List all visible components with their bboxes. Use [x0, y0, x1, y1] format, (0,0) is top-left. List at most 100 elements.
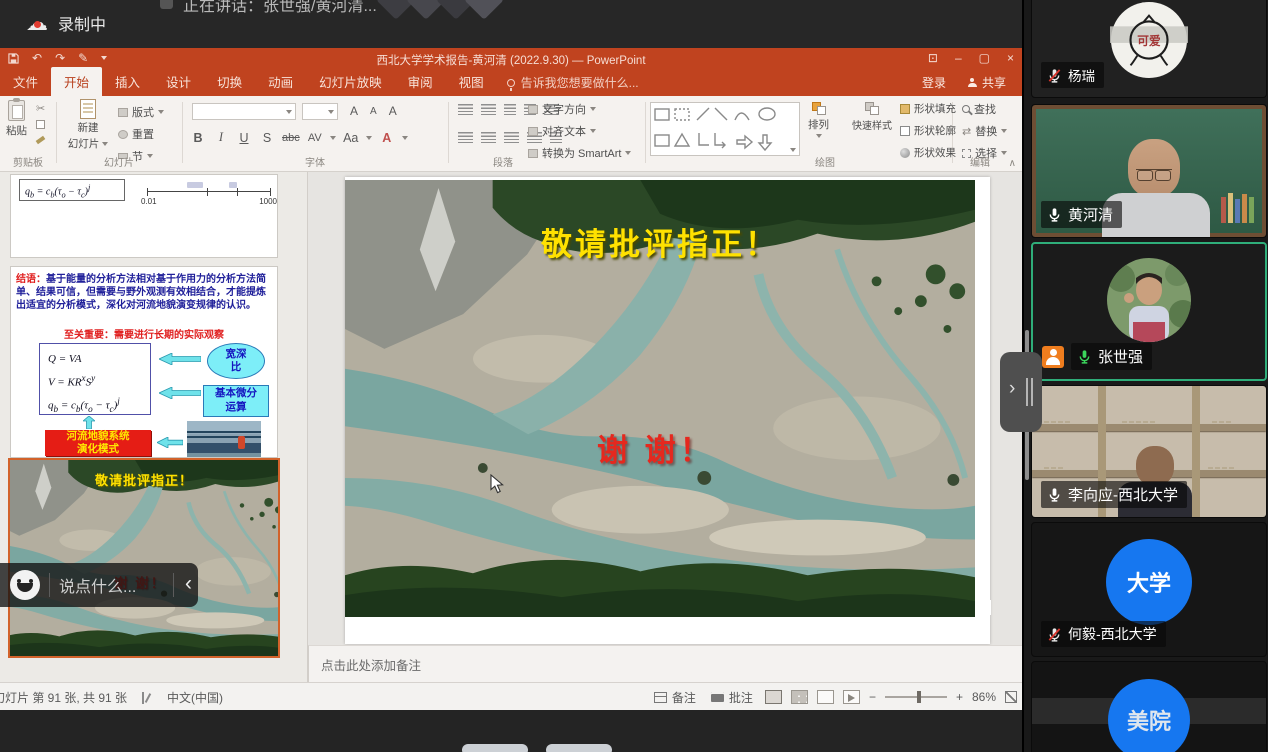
character-spacing-button[interactable]: AV [307, 132, 323, 144]
mic-muted-icon [1047, 68, 1062, 83]
layout-button[interactable]: 版式 [118, 104, 164, 120]
zoom-slider[interactable] [885, 696, 947, 698]
change-case-button[interactable]: Aa [343, 131, 359, 145]
shape-outline-button[interactable]: 形状轮廓 [900, 123, 956, 138]
collapse-ribbon-icon[interactable]: ∧ [1009, 158, 1016, 169]
clear-formatting-button[interactable]: A [389, 104, 397, 118]
comments-toggle[interactable]: 批注 [708, 687, 756, 708]
underline-button[interactable]: U [236, 131, 252, 145]
meeting-control-button[interactable] [462, 744, 528, 752]
participant-tile-lixiangying[interactable]: 李向应-西北大学 [1031, 385, 1267, 518]
paste-button[interactable]: 粘贴 [6, 100, 27, 138]
font-color-button[interactable]: A [379, 131, 395, 145]
arrange-button[interactable]: 排列 [808, 102, 829, 138]
shape-effects-button[interactable]: 形状效果 [900, 145, 956, 160]
zoom-level[interactable]: 86% [972, 690, 996, 704]
participant-tile-heyi[interactable]: 大学 何毅-西北大学 [1031, 522, 1267, 657]
text-shadow-button[interactable]: S [259, 131, 275, 145]
sign-in-button[interactable]: 登录 [922, 74, 946, 91]
tab-transitions[interactable]: 切换 [204, 67, 255, 96]
notes-toggle[interactable]: 备注 [651, 687, 699, 708]
zoom-out-icon[interactable]: − [869, 690, 876, 704]
shapes-more-icon[interactable] [790, 148, 796, 152]
emoji-icon[interactable] [10, 570, 40, 600]
grow-font-button[interactable]: A [350, 104, 358, 118]
slide-title-text[interactable]: 敬请批评指正！ [345, 219, 975, 264]
tell-me-box[interactable]: 告诉我您想要做什么... [507, 74, 639, 96]
tab-animations[interactable]: 动画 [255, 67, 306, 96]
ribbon-tabs: 文件 开始 插入 设计 切换 动画 幻灯片放映 审阅 视图 告诉我您想要做什么.… [0, 70, 1022, 96]
presenter-badge-icon [1042, 346, 1064, 368]
zoom-slider-thumb[interactable] [917, 691, 921, 703]
thumbnail-slide-89[interactable]: qb = cb(τo − τc)j 0.01 1000 [10, 174, 278, 258]
slide-canvas[interactable]: 敬请批评指正！ 谢 谢！ [308, 172, 1022, 645]
spell-pen-icon[interactable] [141, 692, 153, 704]
numbering-icon[interactable] [481, 104, 496, 115]
font-size-combo[interactable] [302, 103, 338, 120]
cut-button[interactable]: ✂ [36, 102, 45, 115]
italic-button[interactable]: I [213, 130, 229, 145]
slide-thanks-text[interactable]: 谢 谢！ [597, 425, 715, 470]
panel-toggle-handle[interactable]: › [1000, 352, 1042, 432]
shrink-font-button[interactable]: A [370, 106, 377, 117]
align-text-button[interactable]: 对齐文本 [528, 123, 596, 139]
screen: 正在讲话：张世强/黄河清... ☁ 录制中 ↶ ↷ ✎ 西北大学学术报告-黄河清… [0, 0, 1268, 752]
font-name-combo[interactable] [192, 103, 296, 120]
text-direction-button[interactable]: 文字方向 [528, 101, 596, 117]
format-painter-button[interactable] [36, 138, 45, 142]
thumbnail-slide-90[interactable]: 结语：基于能量的分析方法相对基于作用力的分析方法简单、结果可信，但需要与野外观测… [10, 266, 278, 458]
tab-view[interactable]: 视图 [446, 67, 497, 96]
meeting-control-button[interactable] [546, 744, 612, 752]
bullets-icon[interactable] [458, 104, 473, 115]
shape-fill-button[interactable]: 形状填充 [900, 101, 956, 116]
normal-view-button[interactable] [765, 690, 782, 704]
participant-name-badge: 黄河清 [1041, 201, 1122, 228]
language-status[interactable]: 中文(中国) [167, 689, 223, 706]
participant-tile-yangrui[interactable]: 可爱 杨瑞 [1031, 0, 1267, 98]
notes-icon [654, 692, 667, 703]
replace-button[interactable]: ⇄替换 [962, 123, 1007, 139]
tab-file[interactable]: 文件 [0, 67, 51, 96]
decrease-indent-icon[interactable] [504, 104, 516, 115]
shapes-gallery[interactable] [650, 102, 800, 156]
participant-tile-huangheqing[interactable]: 黄河清 [1031, 104, 1267, 238]
copy-button[interactable] [36, 120, 45, 129]
participant-tile-meiyuan[interactable]: 美院 [1031, 661, 1267, 752]
slideshow-button[interactable] [843, 690, 860, 704]
ribbon-options-icon[interactable]: ⊡ [928, 51, 938, 65]
font-size-input[interactable] [302, 103, 338, 120]
align-center-icon[interactable] [481, 132, 496, 143]
zoom-in-icon[interactable]: + [956, 690, 963, 704]
tab-home[interactable]: 开始 [51, 67, 102, 96]
scroll-thumb[interactable] [976, 600, 991, 615]
share-button[interactable]: 共享 [968, 74, 1006, 91]
slide-sorter-button[interactable] [791, 690, 808, 704]
find-button[interactable]: 查找 [962, 101, 996, 117]
new-slide-button[interactable]: 新建 幻灯片 [66, 99, 110, 151]
bold-button[interactable]: B [190, 131, 206, 145]
reading-view-button[interactable] [817, 690, 834, 704]
tab-review[interactable]: 审阅 [395, 67, 446, 96]
quick-styles-button[interactable]: 快速样式 [848, 102, 896, 132]
tab-design[interactable]: 设计 [153, 67, 204, 96]
align-right-icon[interactable] [504, 132, 519, 143]
close-icon[interactable]: × [1007, 51, 1014, 65]
chat-collapse-icon[interactable]: ‹ [185, 572, 192, 596]
maximize-icon[interactable]: ▢ [979, 51, 990, 65]
strikethrough-button[interactable]: abc [282, 132, 300, 144]
chat-input[interactable]: 说点什么... [59, 573, 136, 597]
thumbnail-slide-91-selected[interactable]: 敬请批评指正！ 谢 谢！ [8, 458, 280, 658]
font-name-input[interactable] [192, 103, 296, 120]
tab-slideshow[interactable]: 幻灯片放映 [306, 67, 395, 96]
reset-button[interactable]: 重置 [118, 126, 154, 142]
align-left-icon[interactable] [458, 132, 473, 143]
recording-indicator[interactable]: ☁ 录制中 [26, 11, 106, 35]
text-direction-icon [528, 105, 538, 114]
tab-insert[interactable]: 插入 [102, 67, 153, 96]
notes-pane[interactable]: 点击此处添加备注 [308, 645, 1022, 682]
editing-group-label: 编辑 [952, 154, 1008, 169]
fit-to-window-icon[interactable] [1005, 691, 1017, 703]
minimize-icon[interactable]: – [955, 51, 962, 65]
participant-tile-zhangshiqiang-active[interactable]: 张世强 [1031, 242, 1267, 381]
current-slide[interactable]: 敬请批评指正！ 谢 谢！ [345, 177, 990, 644]
